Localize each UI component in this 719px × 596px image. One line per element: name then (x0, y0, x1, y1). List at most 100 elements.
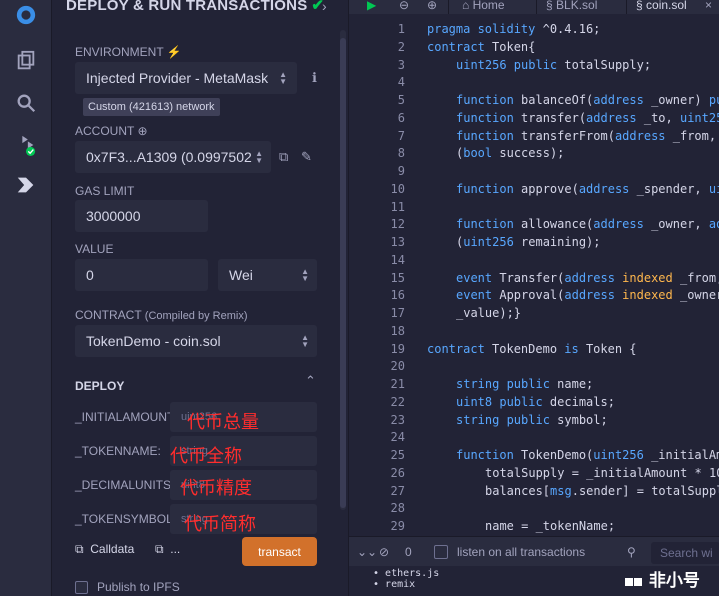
scrollbar-thumb[interactable] (340, 38, 346, 508)
file-explorer-icon[interactable] (13, 48, 39, 74)
code-line: _value);} (456, 306, 522, 320)
annotation-text: 代币全称 (170, 446, 242, 467)
account-select[interactable]: 0x7F3...A1309 (0.0997502 ▲ ▼ (75, 141, 271, 173)
line-number: 24 (390, 430, 405, 444)
gas-limit-input[interactable]: 3000000 (75, 200, 208, 232)
terminal-search-input[interactable]: Search wi (651, 542, 719, 564)
code-line: uint256 public totalSupply; (456, 58, 652, 72)
gas-limit-label: GAS LIMIT (75, 184, 135, 198)
value-unit: Wei (229, 267, 253, 283)
remix-logo-icon[interactable] (13, 2, 39, 28)
add-account-icon[interactable]: ⊕ (137, 124, 147, 138)
line-number: 8 (397, 146, 405, 160)
publish-ipfs-checkbox[interactable] (75, 580, 88, 594)
code-line: totalSupply = _initialAmount * 10 (485, 466, 719, 480)
line-number: 16 (390, 288, 405, 302)
annotation-text: 代币简称 (184, 514, 256, 535)
solidity-file-icon: § (636, 0, 643, 12)
edit-icon[interactable]: ✎ (301, 149, 312, 165)
param-label: _INITIALAMOUNT: (75, 410, 177, 424)
line-number: 23 (390, 413, 405, 427)
line-number: 7 (397, 129, 405, 143)
code-area[interactable]: pragma solidity ^0.4.16; contract Token{u… (427, 20, 719, 536)
zoom-out-icon[interactable]: ⊖ (399, 0, 409, 12)
line-number: 19 (390, 342, 405, 356)
code-line: pragma solidity ^0.4.16; (427, 22, 601, 36)
line-number: 25 (390, 448, 405, 462)
code-line: function approve(address _spender, ui (456, 182, 719, 196)
parameters-copy[interactable]: ⧉ ... (155, 542, 180, 557)
code-line: name = _tokenName; (485, 519, 616, 533)
icon-rail (0, 0, 52, 596)
home-icon: ⌂ (462, 0, 470, 12)
panel-scrollbar[interactable] (340, 30, 346, 510)
editor: ▶ ⊖ ⊕ ⌂ Home § BLK.sol § coin.sol × 1 2 … (348, 0, 719, 596)
code-line: function allowance(address _owner, ad (456, 217, 719, 231)
plug-icon: ⚡ (166, 45, 182, 59)
search-icon: ⚲ (627, 545, 636, 559)
select-arrows-icon: ▲ ▼ (255, 149, 263, 165)
deploy-heading: DEPLOY (75, 379, 125, 393)
contract-label: CONTRACT (Compiled by Remix) (75, 308, 248, 322)
zoom-in-icon[interactable]: ⊕ (427, 0, 437, 12)
line-number: 18 (390, 324, 405, 338)
info-icon[interactable]: ℹ (312, 70, 317, 86)
solidity-compiler-icon[interactable] (13, 132, 39, 158)
code-line: string public name; (456, 377, 594, 391)
code-line: function TokenDemo(uint256 _initialAm (456, 448, 719, 462)
play-icon[interactable]: ▶ (367, 0, 376, 12)
environment-select[interactable]: Injected Provider - MetaMask ▲ ▼ (75, 62, 297, 94)
select-arrows-icon: ▲ ▼ (301, 333, 309, 349)
line-number: 21 (390, 377, 405, 391)
close-tab-icon[interactable]: × (705, 0, 712, 12)
param-label: _TOKENNAME: (75, 444, 161, 458)
calldata-copy[interactable]: ⧉ Calldata (75, 542, 134, 557)
tab-coin-sol[interactable]: § coin.sol (636, 0, 687, 12)
param-label: _TOKENSYMBOL: (75, 512, 177, 526)
line-number: 9 (397, 164, 405, 178)
select-arrows-icon: ▲ ▼ (301, 267, 309, 283)
code-line: contract TokenDemo is Token { (427, 342, 637, 356)
collapse-terminal-icon[interactable]: ⌄⌄ (357, 545, 377, 559)
account-value: 0x7F3...A1309 (0.0997502 (86, 149, 252, 165)
clear-terminal-icon[interactable]: ⊘ (379, 545, 389, 559)
tab-blk-sol[interactable]: § BLK.sol (546, 0, 597, 12)
annotation-text: 代币精度 (180, 478, 252, 499)
account-label: ACCOUNT ⊕ (75, 124, 148, 138)
line-number: 29 (390, 519, 405, 533)
copy-icon[interactable]: ⧉ (279, 149, 288, 165)
value-unit-select[interactable]: Wei ▲ ▼ (218, 259, 317, 291)
listen-checkbox[interactable] (434, 545, 448, 559)
line-number: 4 (397, 75, 405, 89)
line-number: 11 (390, 200, 405, 214)
code-line: (bool success); (456, 146, 565, 160)
contract-select[interactable]: TokenDemo - coin.sol ▲ ▼ (75, 325, 317, 357)
transact-button[interactable]: transact (242, 537, 317, 566)
code-line: function balanceOf(address _owner) pu (456, 93, 719, 107)
tab-home[interactable]: ⌂ Home (462, 0, 505, 12)
deploy-panel: DEPLOY & RUN TRANSACTIONS ✔ › ENVIRONMENT… (52, 0, 348, 596)
editor-tabbar: ▶ ⊖ ⊕ ⌂ Home § BLK.sol § coin.sol × (349, 0, 719, 14)
line-number: 12 (390, 217, 405, 231)
deploy-run-icon[interactable] (13, 172, 39, 198)
environment-value: Injected Provider - MetaMask (86, 70, 269, 86)
chevron-right-icon[interactable]: › (322, 0, 327, 14)
code-line: string public symbol; (456, 413, 608, 427)
contract-value: TokenDemo - coin.sol (86, 333, 221, 349)
panel-title: DEPLOY & RUN TRANSACTIONS ✔ (66, 0, 324, 14)
copy-icon: ⧉ (155, 542, 164, 556)
value-label: VALUE (75, 242, 114, 256)
collapse-icon[interactable]: ⌃ (305, 373, 316, 389)
line-number: 6 (397, 111, 405, 125)
value-input[interactable]: 0 (75, 259, 208, 291)
line-number: 2 (397, 40, 405, 54)
watermark-logo: 非小号 (625, 566, 700, 591)
publish-ipfs-option[interactable]: Publish to IPFS (75, 580, 180, 594)
code-line: event Transfer(address indexed _from, (456, 271, 719, 285)
terminal-output: ethers.js remix (373, 568, 439, 590)
search-icon[interactable] (13, 90, 39, 116)
param-label: _DECIMALUNITS: (75, 478, 175, 492)
line-number: 15 (390, 271, 405, 285)
line-number: 1 (397, 22, 405, 36)
line-number: 20 (390, 359, 405, 373)
